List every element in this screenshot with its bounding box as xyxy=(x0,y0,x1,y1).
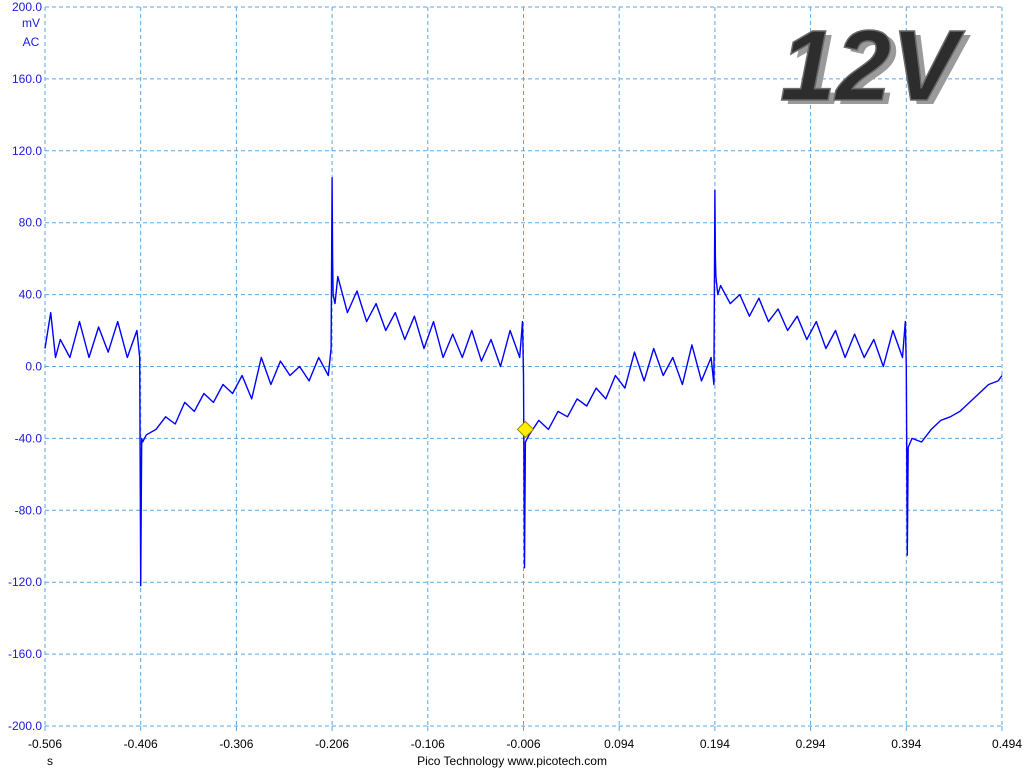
y-coupling-label: AC xyxy=(23,35,40,49)
x-axis-ticks: -0.506 -0.406 -0.306 -0.206 -0.106 -0.006 0.09… xyxy=(28,737,1022,751)
oscilloscope-chart: 200.0 160.0 120.0 80.0 40.0 0.0 -40.0 -80.0 -120… xyxy=(8,0,1022,768)
y-tick-label: -160.0 xyxy=(8,647,42,661)
x-tick-label: -0.406 xyxy=(124,737,158,751)
y-tick-label: 160.0 xyxy=(12,72,42,86)
voltage-badge: 12V 12V xyxy=(779,9,971,126)
x-tick-label: 0.294 xyxy=(796,737,826,751)
y-tick-label: 80.0 xyxy=(19,216,43,230)
x-tick-label: 0.094 xyxy=(604,737,634,751)
y-tick-label: 200.0 xyxy=(12,0,42,14)
y-tick-label: -120.0 xyxy=(8,575,42,589)
x-tick-label: 0.394 xyxy=(891,737,921,751)
y-axis-ticks: 200.0 160.0 120.0 80.0 40.0 0.0 -40.0 -80.0 -120… xyxy=(8,0,42,733)
x-tick-label: 0.194 xyxy=(700,737,730,751)
footer-branding: Pico Technology www.picotech.com xyxy=(417,754,607,768)
y-tick-label: -40.0 xyxy=(15,431,43,445)
x-unit-label: s xyxy=(47,754,53,768)
x-tick-label: -0.506 xyxy=(28,737,62,751)
y-tick-label: -200.0 xyxy=(8,719,42,733)
x-tick-label: -0.106 xyxy=(411,737,445,751)
y-tick-label: 0.0 xyxy=(25,360,42,374)
x-tick-label: 0.494 xyxy=(992,737,1022,751)
voltage-badge-text: 12V xyxy=(780,10,965,122)
x-tick-label: -0.206 xyxy=(315,737,349,751)
x-tick-label: -0.306 xyxy=(219,737,253,751)
x-tick-label: -0.006 xyxy=(506,737,540,751)
y-unit-label: mV xyxy=(22,16,40,30)
y-tick-label: -80.0 xyxy=(15,503,43,517)
trigger-marker-layer xyxy=(516,420,535,439)
y-tick-label: 40.0 xyxy=(19,288,43,302)
y-tick-label: 120.0 xyxy=(12,144,42,158)
trigger-marker xyxy=(516,420,535,439)
